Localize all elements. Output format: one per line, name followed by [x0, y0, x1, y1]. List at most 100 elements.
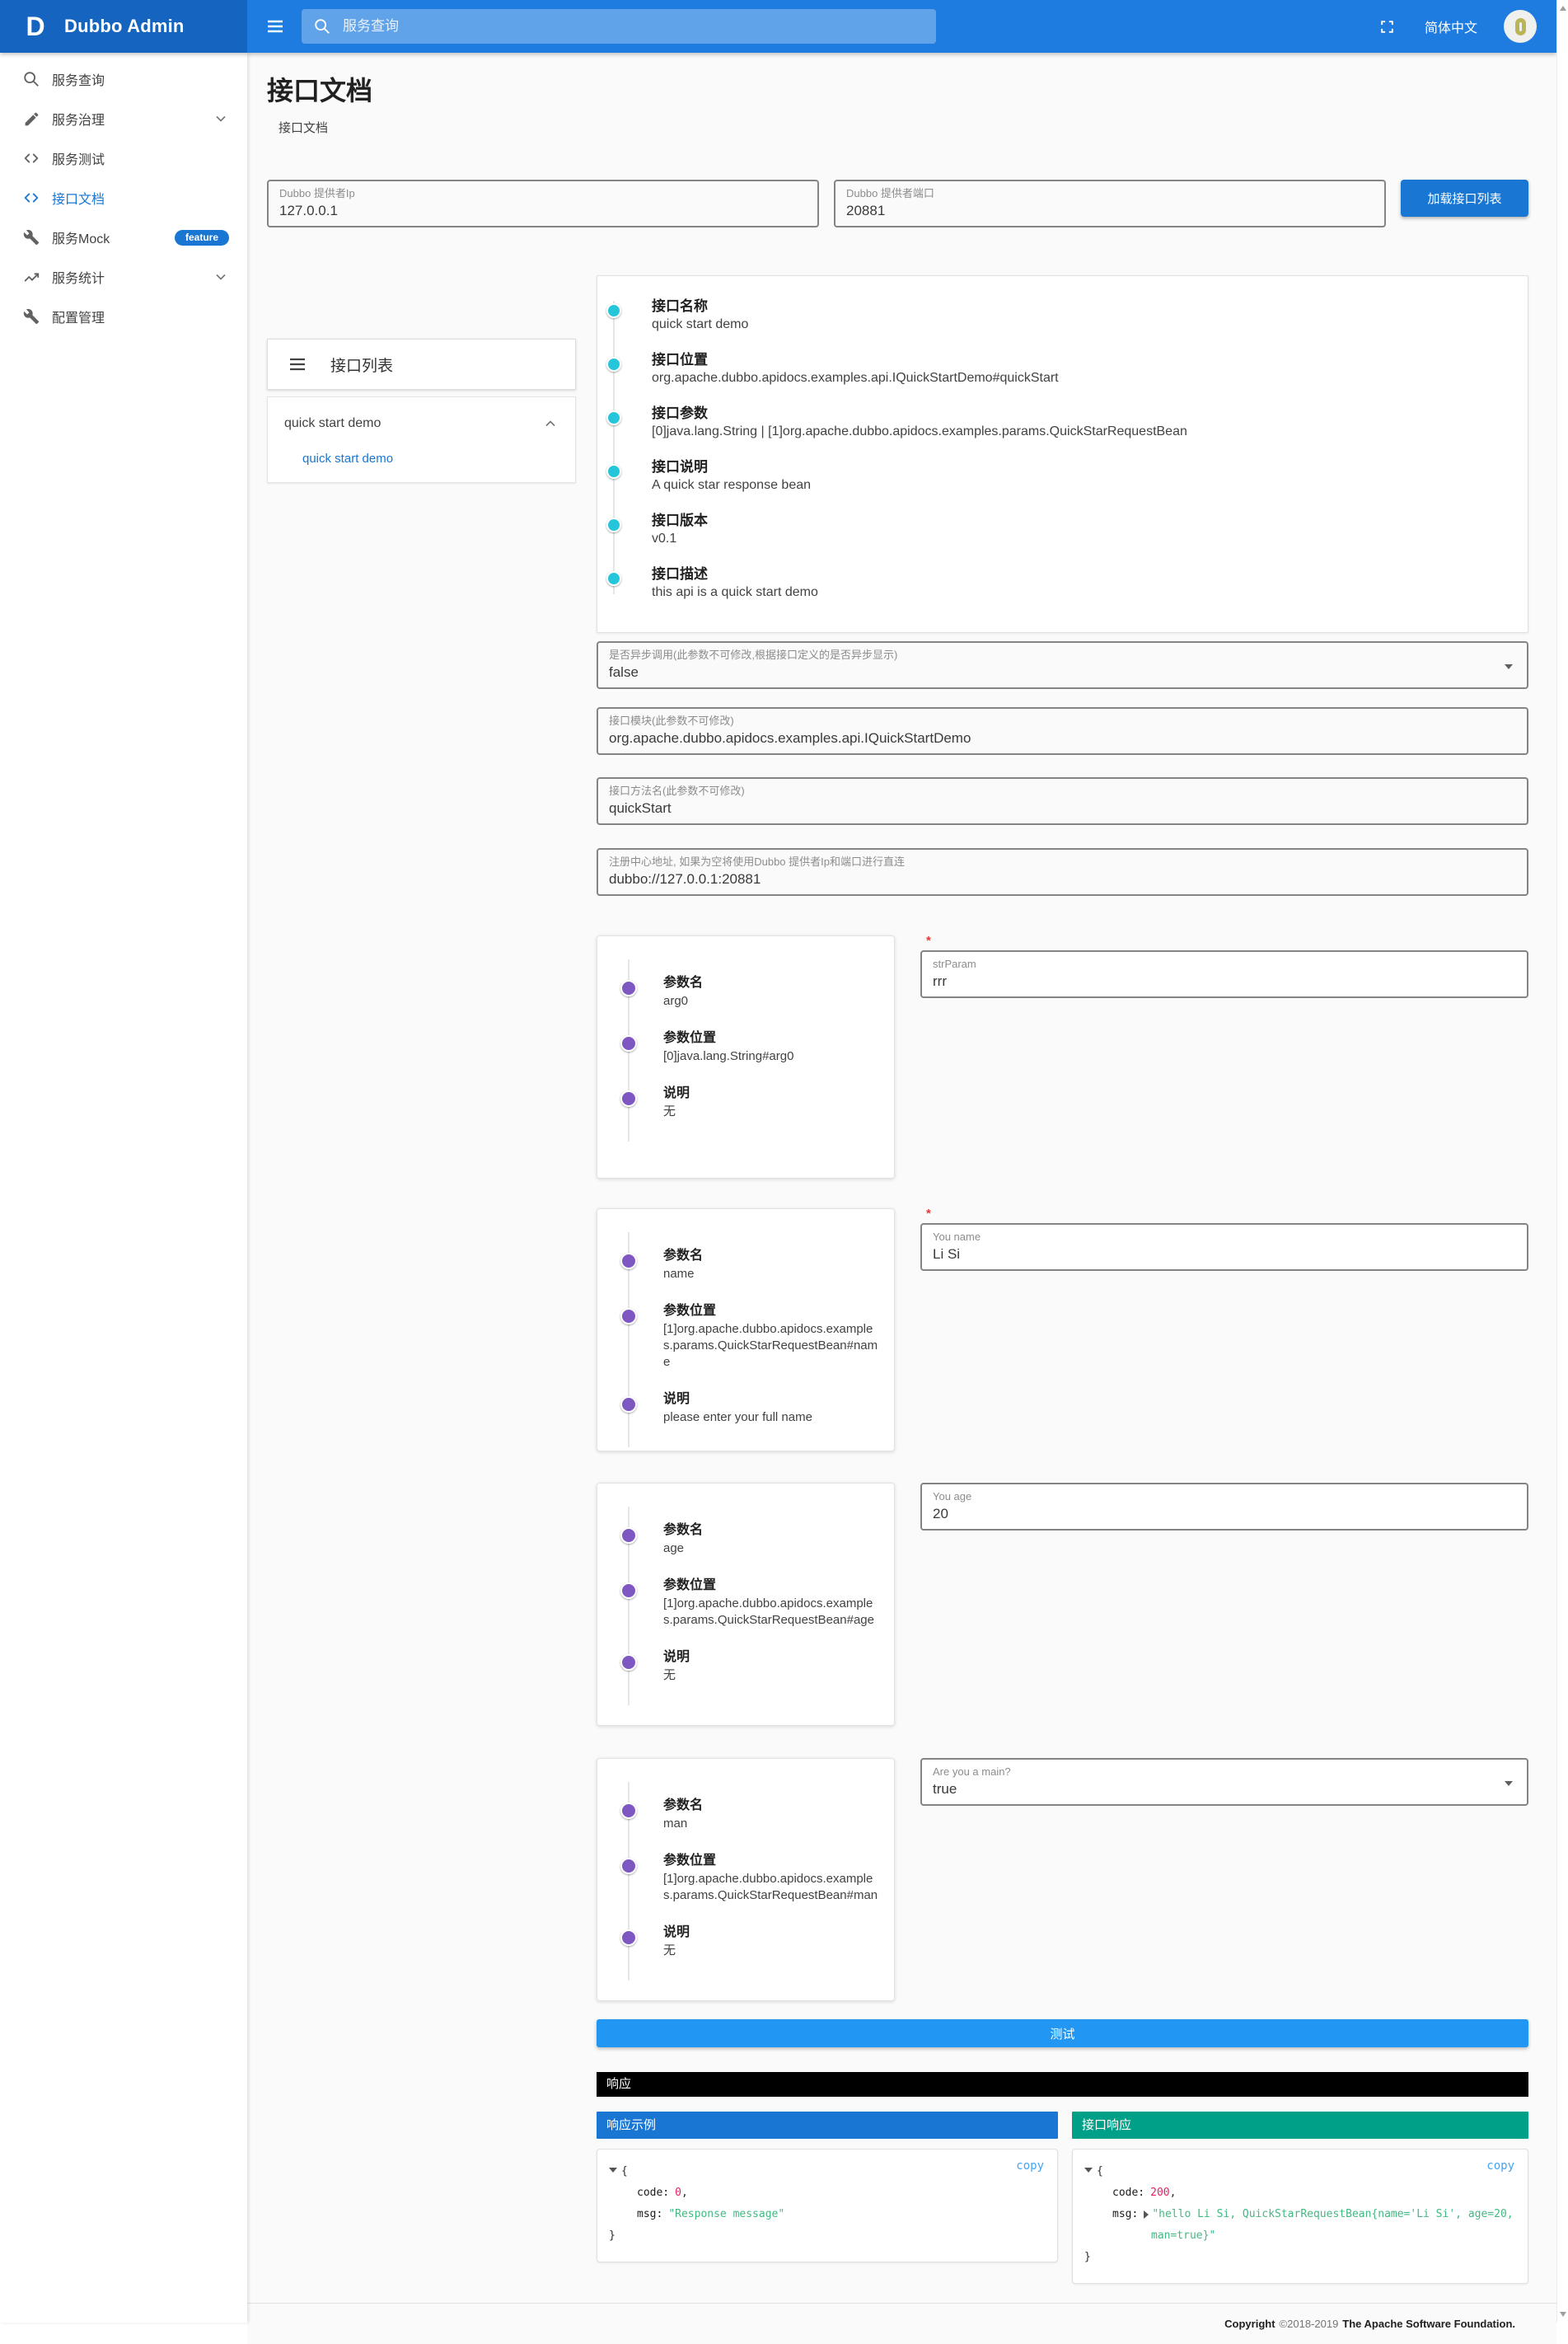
api-sub-item[interactable]: quick start demo: [268, 443, 575, 472]
fullscreen-button[interactable]: [1376, 16, 1398, 38]
param-name-input[interactable]: You name Li Si: [920, 1223, 1528, 1271]
param-age-input[interactable]: You age 20: [920, 1483, 1528, 1531]
scrollbar[interactable]: [1556, 0, 1568, 2323]
timeline-dot-icon: [606, 464, 621, 479]
sidebar-item-api-docs[interactable]: 接口文档: [0, 178, 247, 218]
timeline-dot-icon: [620, 1527, 637, 1544]
app-title: Dubbo Admin: [64, 16, 185, 37]
timeline-dot-icon: [606, 571, 621, 586]
avatar-dubbo-icon: [1515, 18, 1526, 35]
registry-field[interactable]: 注册中心地址, 如果为空将使用Dubbo 提供者Ip和端口进行直连 dubbo:…: [597, 848, 1528, 896]
load-api-list-button[interactable]: 加载接口列表: [1401, 180, 1528, 217]
async-select[interactable]: 是否异步调用(此参数不可修改,根据接口定义的是否异步显示) false: [597, 641, 1528, 689]
menu-toggle-button[interactable]: [260, 12, 290, 41]
param-man-select[interactable]: Are you a main? true: [920, 1758, 1528, 1806]
dropdown-arrow-icon: [1505, 664, 1513, 669]
sidebar-item-service-test[interactable]: 服务测试: [0, 138, 247, 178]
api-group-row[interactable]: quick start demo: [268, 404, 575, 443]
param-section-age: 参数名 age 参数位置 [1]org.apache.dubbo.apidocs…: [597, 1483, 1528, 1726]
global-search-box[interactable]: [302, 9, 936, 44]
code-icon: [21, 188, 41, 208]
sidebar-item-service-mock[interactable]: 服务Mock feature: [0, 218, 247, 257]
footer-org: The Apache Software Foundation.: [1342, 2318, 1515, 2330]
sidebar-item-label: 服务治理: [52, 109, 105, 129]
api-list-body: quick start demo quick start demo: [267, 396, 576, 483]
required-asterisk: *: [920, 1208, 1528, 1223]
provider-port-field[interactable]: Dubbo 提供者端口 20881: [834, 180, 1386, 227]
param-card-name: 参数名 name 参数位置 [1]org.apache.dubbo.apidoc…: [597, 1208, 895, 1451]
response-example-json-card: copy { code:0, msg:"Response message" }: [597, 2149, 1058, 2262]
dubbo-logo-icon: D: [21, 10, 49, 43]
sidebar-item-service-search[interactable]: 服务查询: [0, 59, 247, 99]
param-card-arg0: 参数名 arg0 参数位置 [0]java.lang.String#arg0 说…: [597, 935, 895, 1179]
param-section-man: 参数名 man 参数位置 [1]org.apache.dubbo.apidocs…: [597, 1758, 1528, 2001]
app-bar-actions: 简体中文: [1376, 10, 1537, 43]
app-bar: D Dubbo Admin 简体中文: [0, 0, 1556, 53]
copy-button[interactable]: copy: [1486, 2159, 1514, 2173]
footer-copyright: Copyright: [1224, 2318, 1275, 2330]
fullscreen-icon: [1379, 19, 1395, 35]
list-menu-icon[interactable]: [288, 354, 307, 374]
footer: Copyright ©2018-2019 The Apache Software…: [247, 2303, 1556, 2344]
search-input[interactable]: [341, 17, 924, 35]
provider-ip-value: 127.0.0.1: [279, 201, 807, 220]
language-selector[interactable]: 简体中文: [1425, 16, 1477, 36]
api-group-label: quick start demo: [284, 416, 381, 431]
scroll-up-arrow-icon[interactable]: [1560, 6, 1566, 11]
api-info-entry: 接口位置 org.apache.dubbo.apidocs.examples.a…: [597, 351, 1511, 387]
api-list-panel: 接口列表 quick start demo quick start demo: [267, 339, 576, 483]
main-content: 接口文档 接口文档 Dubbo 提供者Ip 127.0.0.1 Dubbo 提供…: [247, 53, 1556, 2323]
content-grid: 接口列表 quick start demo quick start demo: [267, 227, 1528, 2284]
dropdown-arrow-icon: [1505, 1781, 1513, 1786]
feature-badge: feature: [175, 230, 229, 246]
breadcrumb-item: 接口文档: [278, 121, 328, 135]
api-info-timeline: 接口名称 quick start demo 接口位置 org.apache.du…: [597, 298, 1511, 601]
test-button[interactable]: 测试: [597, 2019, 1528, 2047]
hamburger-icon: [265, 16, 285, 36]
api-info-card: 接口名称 quick start demo 接口位置 org.apache.du…: [597, 275, 1528, 633]
provider-ip-field[interactable]: Dubbo 提供者Ip 127.0.0.1: [267, 180, 819, 227]
timeline-dot-icon: [620, 1582, 637, 1599]
timeline-dot-icon: [620, 1253, 637, 1269]
timeline-dot-icon: [606, 303, 621, 318]
sidebar-item-label: 配置管理: [52, 307, 105, 326]
provider-ip-label: Dubbo 提供者Ip: [279, 187, 807, 200]
sidebar: 服务查询 服务治理 服务测试 接口文档 服务Mock feature 服务统计: [0, 53, 247, 2323]
search-icon: [313, 17, 331, 35]
provider-port-value: 20881: [846, 201, 1374, 220]
timeline-dot-icon: [606, 410, 621, 425]
timeline-dot-icon: [606, 357, 621, 372]
response-bar: 响应: [597, 2072, 1528, 2097]
sidebar-item-config-management[interactable]: 配置管理: [0, 297, 247, 336]
provider-loader-row: Dubbo 提供者Ip 127.0.0.1 Dubbo 提供者端口 20881 …: [267, 180, 1528, 227]
response-grid: copy { code:0, msg:"Response message" }: [597, 2149, 1528, 2284]
page-title: 接口文档: [267, 74, 1528, 107]
timeline-dot-icon: [620, 1803, 637, 1819]
param-card-man: 参数名 man 参数位置 [1]org.apache.dubbo.apidocs…: [597, 1758, 895, 2001]
breadcrumb: 接口文档: [278, 119, 1528, 135]
expand-toggle-icon[interactable]: [1144, 2210, 1149, 2219]
response-headers: 响应示例 接口响应: [597, 2112, 1528, 2139]
search-icon: [21, 69, 41, 89]
module-field[interactable]: 接口模块(此参数不可修改) org.apache.dubbo.apidocs.e…: [597, 707, 1528, 755]
brand-area: D Dubbo Admin: [0, 0, 247, 53]
collapse-toggle-icon[interactable]: [1084, 2168, 1093, 2173]
sidebar-item-service-governance[interactable]: 服务治理: [0, 99, 247, 138]
required-asterisk: *: [920, 935, 1528, 950]
provider-port-label: Dubbo 提供者端口: [846, 187, 1374, 200]
api-info-entry: 接口描述 this api is a quick start demo: [597, 565, 1511, 601]
wrench-icon: [21, 227, 41, 247]
timeline-dot-icon: [620, 1858, 637, 1874]
collapse-toggle-icon[interactable]: [609, 2168, 617, 2173]
copy-button[interactable]: copy: [1016, 2159, 1044, 2173]
param-arg0-input[interactable]: strParam rrr: [920, 950, 1528, 998]
sidebar-item-service-metrics[interactable]: 服务统计: [0, 257, 247, 297]
api-info-entry: 接口说明 A quick star response bean: [597, 458, 1511, 494]
method-field[interactable]: 接口方法名(此参数不可修改) quickStart: [597, 777, 1528, 825]
footer-years: ©2018-2019: [1280, 2318, 1339, 2330]
scroll-down-arrow-icon[interactable]: [1560, 2312, 1566, 2317]
api-list-header: 接口列表: [267, 339, 576, 390]
chevron-down-icon: [213, 110, 229, 127]
avatar[interactable]: [1504, 10, 1537, 43]
timeline-dot-icon: [620, 980, 637, 996]
